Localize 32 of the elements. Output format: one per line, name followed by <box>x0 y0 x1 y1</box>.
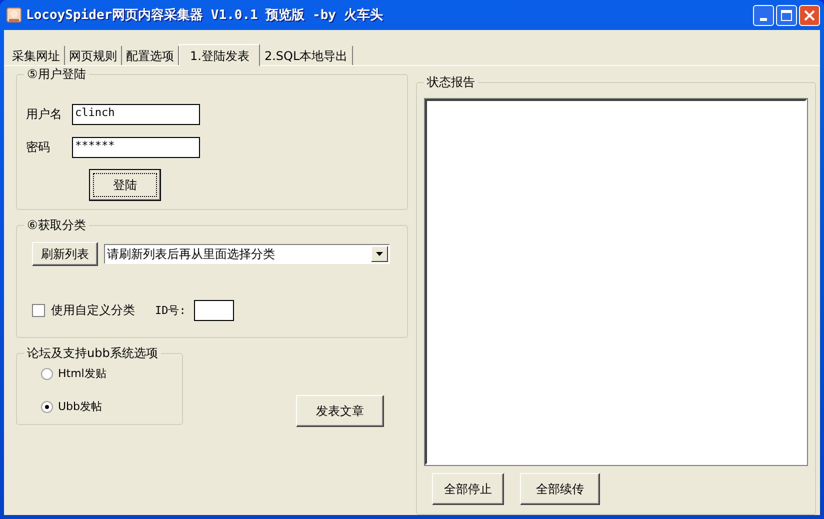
radio-label: Html发贴 <box>58 366 106 381</box>
maximize-button[interactable] <box>776 4 797 26</box>
refresh-list-button[interactable]: 刷新列表 <box>32 242 98 266</box>
tab[interactable]: 1.登陆发表 <box>179 44 260 66</box>
id-label: ID号: <box>155 302 186 318</box>
category-dropdown[interactable]: 请刷新列表后再从里面选择分类 <box>104 244 390 264</box>
maximize-icon <box>781 10 792 20</box>
group-title: ⑤用户登陆 <box>24 67 89 82</box>
minimize-icon <box>760 18 767 20</box>
app-icon <box>6 7 22 23</box>
close-icon <box>804 10 815 20</box>
group-title: 论坛及支持ubb系统选项 <box>24 346 161 361</box>
group-title: 状态报告 <box>424 75 478 90</box>
action-button[interactable]: 全部续传 <box>520 473 600 505</box>
id-field[interactable] <box>194 300 234 320</box>
password-label: 密码 <box>26 139 51 156</box>
radio-button[interactable] <box>41 400 53 412</box>
checkbox-label: 使用自定义分类 <box>51 302 135 318</box>
close-button[interactable] <box>799 4 820 26</box>
radio-label: Ubb发帖 <box>58 399 102 414</box>
group-title: ⑥获取分类 <box>24 218 89 233</box>
caret-icon <box>376 252 383 256</box>
action-button[interactable]: 全部停止 <box>432 473 504 505</box>
publish-button[interactable]: 发表文章 <box>296 395 384 427</box>
password-field[interactable]: ****** <box>72 137 200 158</box>
window-title: LocoySpider网页内容采集器 V1.0.1 预览版 -by 火车头 <box>26 6 383 24</box>
username-field[interactable]: clinch <box>72 104 200 125</box>
login-button[interactable]: 登陆 <box>89 169 161 201</box>
username-label: 用户名 <box>26 106 63 123</box>
minimize-button[interactable] <box>753 4 774 26</box>
radio-button[interactable] <box>41 368 53 380</box>
custom-category-checkbox[interactable] <box>32 304 45 316</box>
